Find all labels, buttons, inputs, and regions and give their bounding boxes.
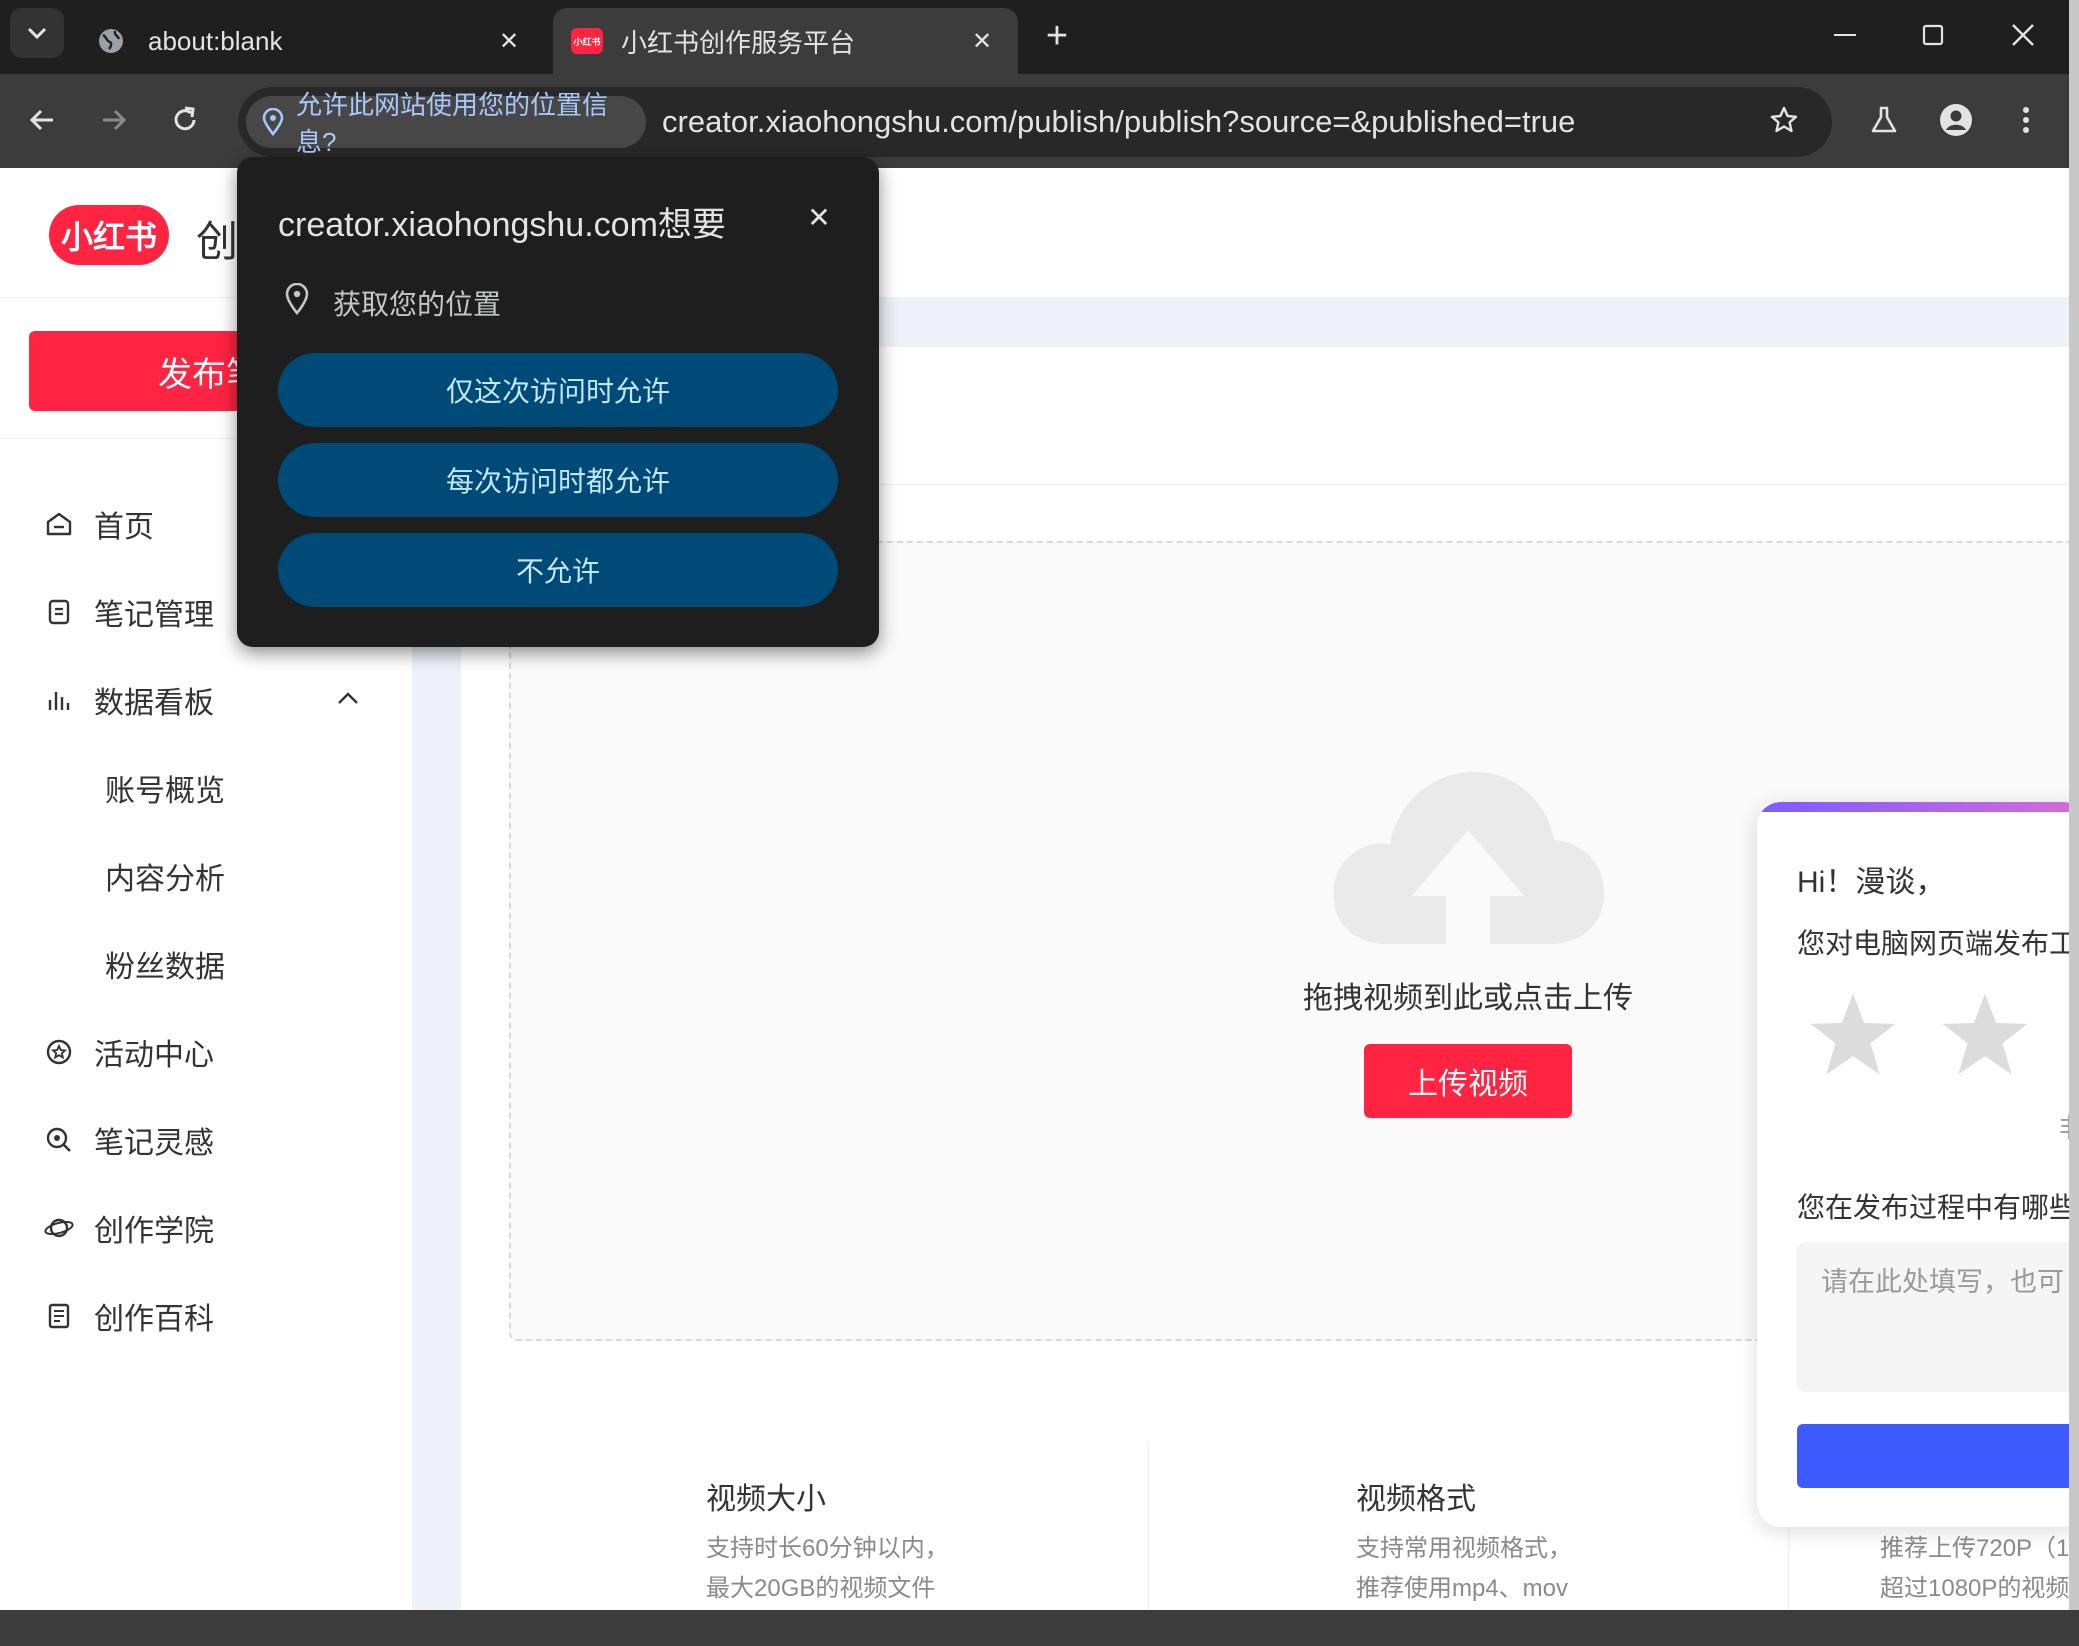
textarea-placeholder: 请在此处填写，也可 bbox=[1821, 1267, 2064, 1297]
chevron-down-icon bbox=[27, 27, 47, 40]
dialog-close-button[interactable]: ✕ bbox=[797, 195, 841, 239]
info-divider bbox=[1148, 1442, 1149, 1610]
survey-submit-button[interactable]: I bbox=[1797, 1424, 2079, 1488]
xiaohongshu-favicon-icon: 小红书 bbox=[571, 28, 603, 54]
inspiration-search-icon bbox=[44, 1125, 74, 1155]
minimize-icon bbox=[1834, 34, 1856, 36]
star-outline-icon bbox=[1770, 106, 1798, 133]
permission-request-text: 获取您的位置 bbox=[333, 289, 502, 320]
info-title-video-format: 视频格式 bbox=[1356, 1483, 1476, 1516]
flask-icon bbox=[1871, 106, 1897, 133]
sidebar-item-label: 创作百科 bbox=[94, 1303, 214, 1336]
reload-icon bbox=[174, 106, 196, 131]
sidebar-item-label: 笔记管理 bbox=[94, 599, 214, 632]
info-line: 支持常用视频格式， bbox=[1356, 1535, 1572, 1562]
sidebar-subitem-fan-data[interactable]: 粉丝数据 bbox=[105, 934, 225, 994]
survey-feedback-textarea[interactable]: 请在此处填写，也可 bbox=[1797, 1242, 2079, 1392]
star-icon bbox=[1810, 993, 1896, 1075]
survey-accent-bar bbox=[1757, 802, 2079, 812]
allow-always-button[interactable]: 每次访问时都允许 bbox=[278, 443, 838, 517]
sidebar-item-data-board[interactable]: 数据看板 bbox=[44, 670, 214, 730]
location-permission-chip[interactable]: 允许此网站使用您的位置信息? bbox=[246, 90, 646, 157]
dialog-title: creator.xiaohongshu.com想要 bbox=[278, 206, 726, 244]
info-line: 最大20GB的视频文件 bbox=[706, 1575, 936, 1602]
close-window-button[interactable] bbox=[1998, 10, 2048, 60]
reload-button[interactable] bbox=[163, 98, 207, 142]
xiaohongshu-logo[interactable]: 小红书 bbox=[49, 205, 169, 265]
sidebar-item-label: 笔记灵感 bbox=[94, 1127, 214, 1160]
info-line: 支持时长60分钟以内， bbox=[706, 1535, 949, 1562]
home-icon bbox=[44, 509, 74, 539]
survey-question-rating: 您对电脑网页端发布工 bbox=[1797, 928, 2078, 959]
globe-icon bbox=[96, 26, 126, 56]
tab-xiaohongshu[interactable]: 小红书 小红书创作服务平台 ✕ bbox=[553, 8, 1018, 74]
planet-icon bbox=[44, 1213, 74, 1243]
arrow-right-icon bbox=[103, 109, 127, 131]
info-line: 推荐上传720P（1 bbox=[1880, 1535, 2069, 1562]
sidebar-item-home[interactable]: 首页 bbox=[44, 494, 154, 554]
url-text[interactable]: creator.xiaohongshu.com/publish/publish?… bbox=[662, 96, 1575, 148]
survey-greeting: Hi！漫谈， bbox=[1797, 866, 1946, 899]
forward-button[interactable] bbox=[92, 98, 136, 142]
sidebar-subitem-content-analysis[interactable]: 内容分析 bbox=[105, 846, 225, 906]
info-line: 超过1080P的视频 bbox=[1880, 1575, 2069, 1602]
sidebar-item-activity-center[interactable]: 活动中心 bbox=[44, 1022, 214, 1082]
feedback-survey-popup: Hi！漫谈， 您对电脑网页端发布工 非 您在发布过程中有哪些 请在此处填写，也可… bbox=[1757, 802, 2079, 1527]
upload-hint: 拖拽视频到此或点击上传 bbox=[1303, 982, 1633, 1015]
maximize-button[interactable] bbox=[1908, 10, 1958, 60]
sidebar-item-label: 创作学院 bbox=[94, 1215, 214, 1248]
close-icon bbox=[2012, 24, 2034, 46]
platform-title: 创 bbox=[196, 218, 239, 265]
allow-once-button[interactable]: 仅这次访问时允许 bbox=[278, 353, 838, 427]
browser-menu-button[interactable] bbox=[2006, 98, 2046, 142]
minimize-button[interactable] bbox=[1820, 10, 1870, 60]
note-icon bbox=[44, 597, 74, 627]
sidebar-item-label: 数据看板 bbox=[94, 687, 214, 720]
location-pin-icon bbox=[285, 283, 309, 315]
sidebar-item-note-inspiration[interactable]: 笔记灵感 bbox=[44, 1110, 214, 1170]
survey-question-issues: 您在发布过程中有哪些 bbox=[1797, 1192, 2078, 1223]
tab-title: 小红书创作服务平台 bbox=[621, 27, 856, 58]
arrow-left-icon bbox=[29, 109, 53, 131]
collapse-data-board-toggle[interactable] bbox=[330, 680, 366, 716]
book-icon bbox=[44, 1301, 74, 1331]
info-line: 推荐使用mp4、mov bbox=[1356, 1575, 1569, 1602]
new-tab-button[interactable]: + bbox=[1035, 14, 1079, 58]
account-circle-icon bbox=[1940, 104, 1972, 136]
location-permission-dialog: creator.xiaohongshu.com想要 ✕ 获取您的位置 仅这次访问… bbox=[237, 157, 879, 647]
permission-chip-label: 允许此网站使用您的位置信息? bbox=[296, 90, 609, 157]
sidebar-item-label: 活动中心 bbox=[94, 1039, 214, 1072]
sidebar-subitem-account-overview[interactable]: 账号概览 bbox=[105, 758, 225, 818]
tab-strip: about:blank ✕ 小红书 小红书创作服务平台 ✕ + bbox=[0, 0, 2079, 74]
tab-title: about:blank bbox=[148, 25, 283, 56]
tab-search-button[interactable] bbox=[10, 8, 64, 58]
sidebar-item-note-management[interactable]: 笔记管理 bbox=[44, 582, 214, 642]
rating-star-2[interactable] bbox=[1939, 988, 2031, 1085]
sidebar-item-creation-encyclopedia[interactable]: 创作百科 bbox=[44, 1286, 214, 1346]
info-title-video-size: 视频大小 bbox=[706, 1483, 826, 1516]
sidebar-item-creation-academy[interactable]: 创作学院 bbox=[44, 1198, 214, 1258]
sidebar-item-label: 首页 bbox=[94, 511, 154, 544]
tab-close-button[interactable]: ✕ bbox=[490, 22, 528, 60]
bookmark-button[interactable] bbox=[1762, 98, 1806, 142]
more-vert-icon bbox=[2023, 107, 2029, 133]
location-pin-icon bbox=[262, 108, 284, 136]
profile-button[interactable] bbox=[1934, 98, 1978, 142]
maximize-icon bbox=[1922, 24, 1944, 46]
activity-badge-icon bbox=[44, 1037, 74, 1067]
tab-about-blank[interactable]: about:blank ✕ bbox=[80, 8, 540, 74]
star-icon bbox=[1942, 993, 2028, 1075]
deny-button[interactable]: 不允许 bbox=[278, 533, 838, 607]
upload-video-button[interactable]: 上传视频 bbox=[1364, 1044, 1572, 1118]
bar-chart-icon bbox=[44, 685, 74, 715]
tab-close-button[interactable]: ✕ bbox=[963, 22, 1001, 60]
window-edge bbox=[2069, 0, 2079, 1646]
chevron-up-icon bbox=[338, 692, 358, 704]
window-bottom-border bbox=[0, 1610, 2079, 1646]
labs-button[interactable] bbox=[1862, 98, 1906, 142]
cloud-upload-icon bbox=[1328, 764, 1608, 944]
rating-star-1[interactable] bbox=[1807, 988, 1899, 1085]
back-button[interactable] bbox=[20, 98, 64, 142]
